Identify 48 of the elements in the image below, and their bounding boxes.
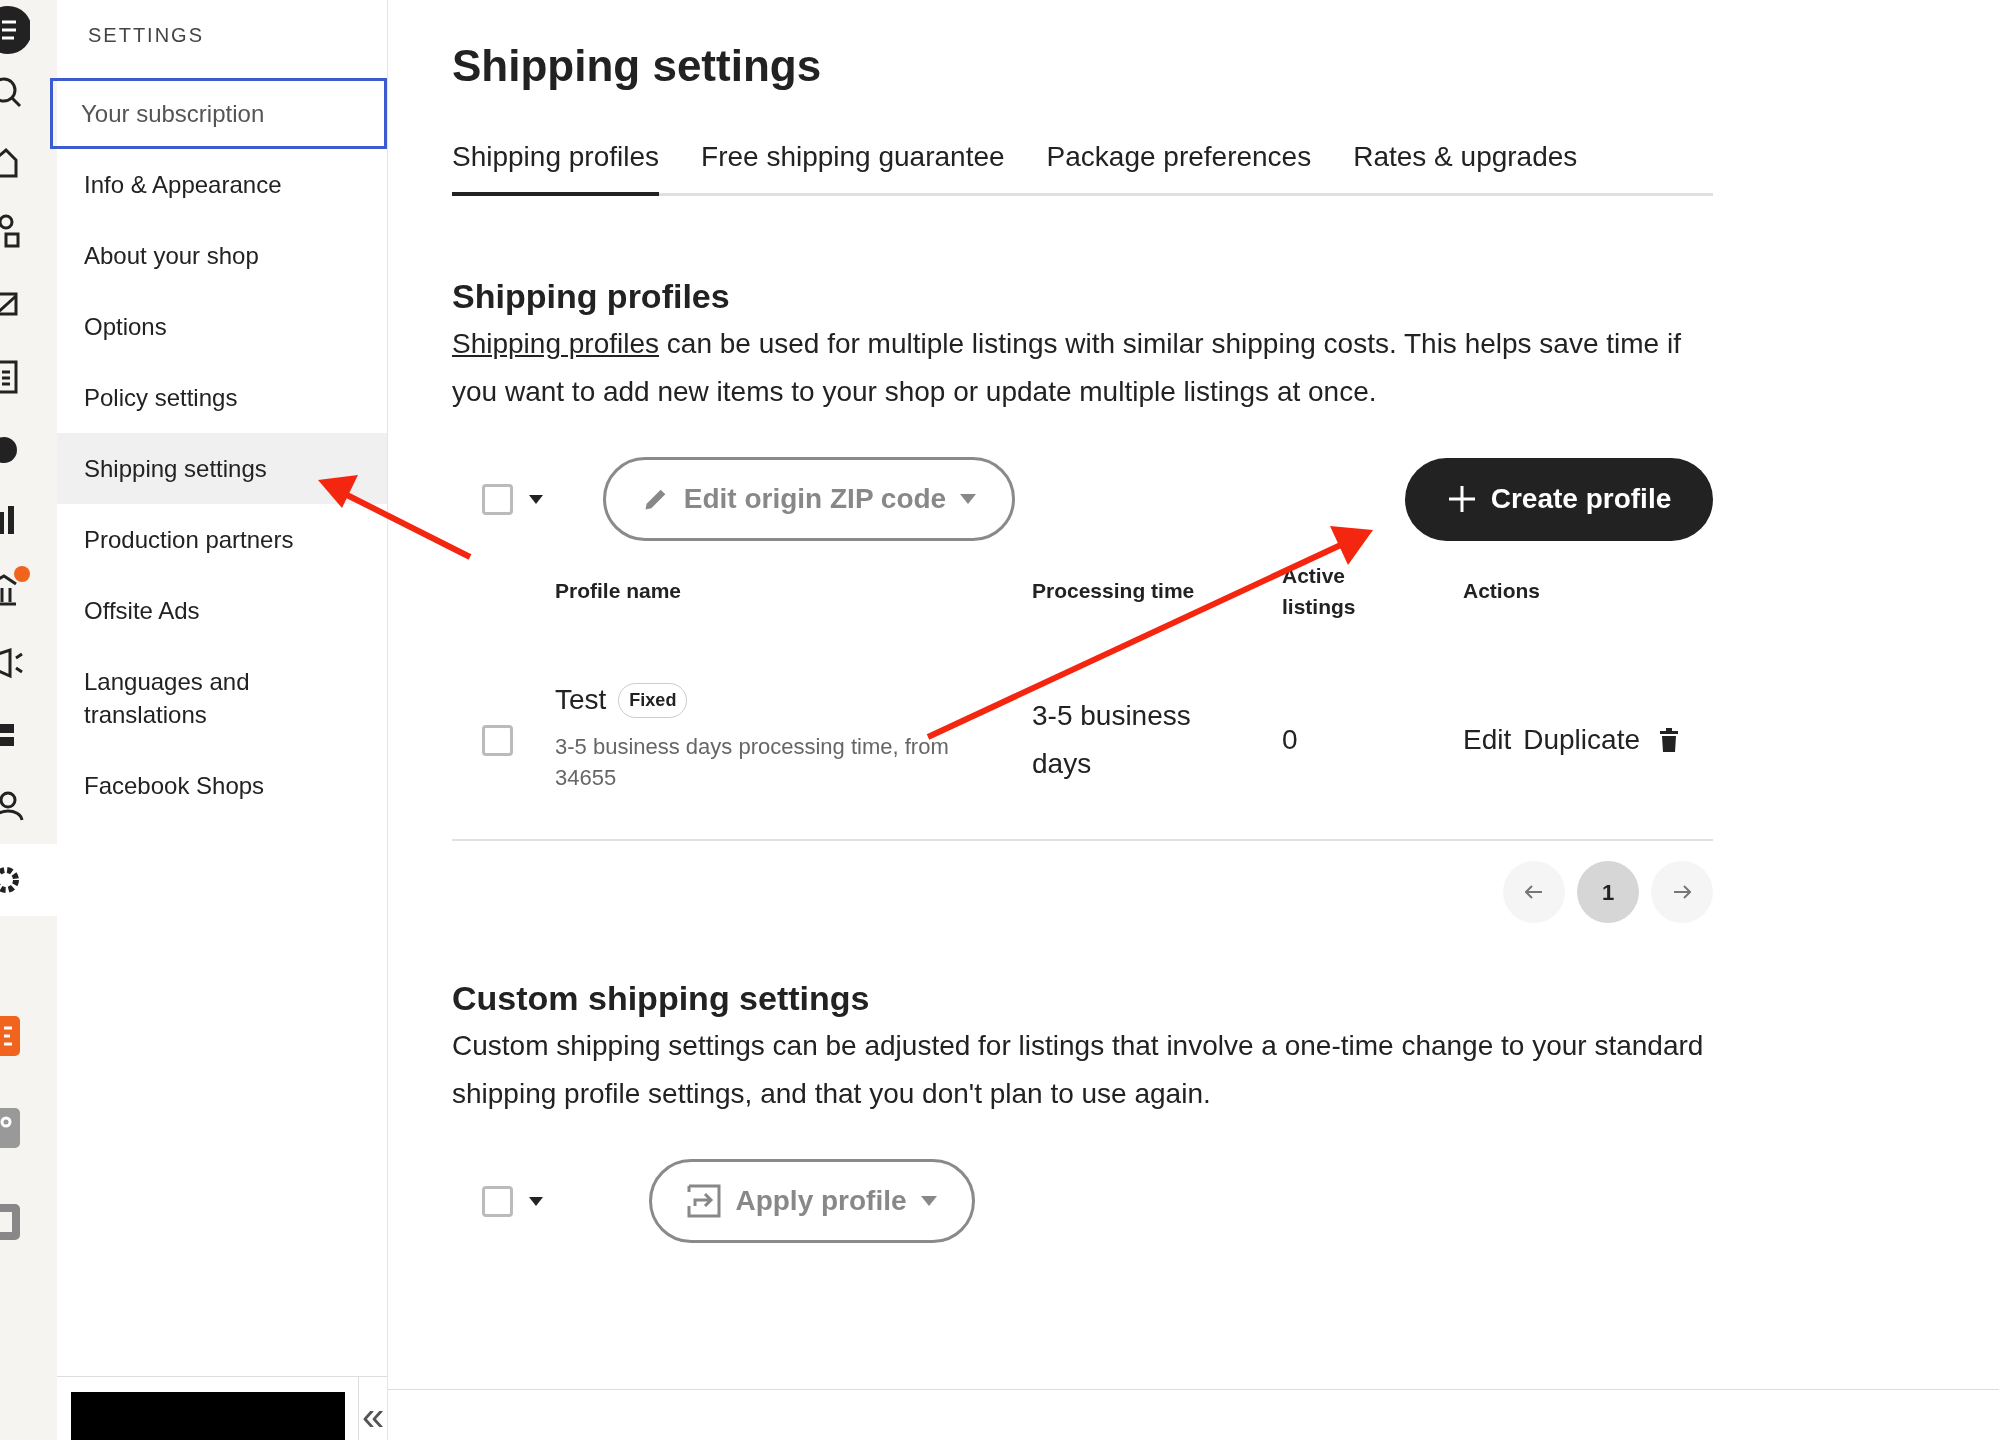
action-link[interactable]: Edit [1463,719,1512,761]
trash-icon[interactable] [1660,728,1678,752]
page-button[interactable]: 1 [1577,861,1639,923]
arrow-right-icon [1673,885,1691,899]
caret-icon[interactable] [529,494,543,504]
sidebar-item[interactable]: Options [57,291,387,362]
sidebar-item[interactable]: Policy settings [57,362,387,433]
column-header: Profile name [555,578,683,605]
column-header: Active listings [1282,563,1357,620]
column-header: Actions [1463,578,1541,605]
create-profile-button[interactable]: Create profile [1405,457,1713,541]
sidebar-item[interactable]: Languages and translations [57,646,307,750]
section-description: Custom shipping settings can be adjusted for listings that involve a one-time change to your standard shipping profile settings, and that you don't plan to use again. [452,1029,1705,1111]
profile-name: Test [555,683,607,717]
section-heading: Shipping profiles [452,276,731,317]
sidebar-item[interactable]: Info & Appearance [57,149,387,220]
checkbox[interactable] [482,1185,513,1217]
profile-description: 3-5 business days processing time, from 34655 [555,733,950,792]
page-title: Shipping settings [452,40,823,92]
sidebar-item[interactable]: About your shop [57,220,387,291]
link[interactable]: Shipping profiles [452,328,660,359]
action-link[interactable]: Duplicate [1523,719,1640,761]
sidebar-item[interactable]: Shipping settings [57,433,387,504]
plus-icon [1446,484,1477,514]
apply-icon [687,1184,722,1218]
apply-profile-button[interactable]: Apply profile [649,1159,975,1243]
caret-icon [920,1196,937,1206]
sidebar-item[interactable]: Facebook Shops [57,750,387,821]
table-cell-text: 0 [1282,723,1299,757]
column-header: Processing time [1032,578,1196,605]
caret-icon[interactable] [529,1196,543,1206]
sidebar-item[interactable]: Offsite Ads [57,575,387,646]
edit-zip-button[interactable]: Edit origin ZIP code [603,457,1015,541]
tab[interactable]: Shipping profiles [452,136,660,196]
caret-icon [960,494,977,504]
tab[interactable]: Rates & upgrades [1353,136,1578,196]
table-cell-text: 3-5 business days [1032,699,1192,781]
collapse-button[interactable]: « [359,1377,387,1440]
section-heading: Custom shipping settings [452,978,871,1019]
checkbox[interactable] [482,483,513,515]
checkbox[interactable] [482,724,513,756]
sidebar-heading: SETTINGS [87,23,205,48]
arrow-left-icon [1525,885,1543,899]
section-description: Shipping profiles can be used for multiple listings with similar shipping costs. This helps save time if you want to add new items to your shop or update multiple listings at once. [452,327,1682,409]
sidebar-item[interactable]: Your subscription [50,78,387,149]
tab[interactable]: Package preferences [1046,136,1312,196]
sidebar-item[interactable]: Production partners [57,504,387,575]
tab[interactable]: Free shipping guarantee [701,136,1005,196]
